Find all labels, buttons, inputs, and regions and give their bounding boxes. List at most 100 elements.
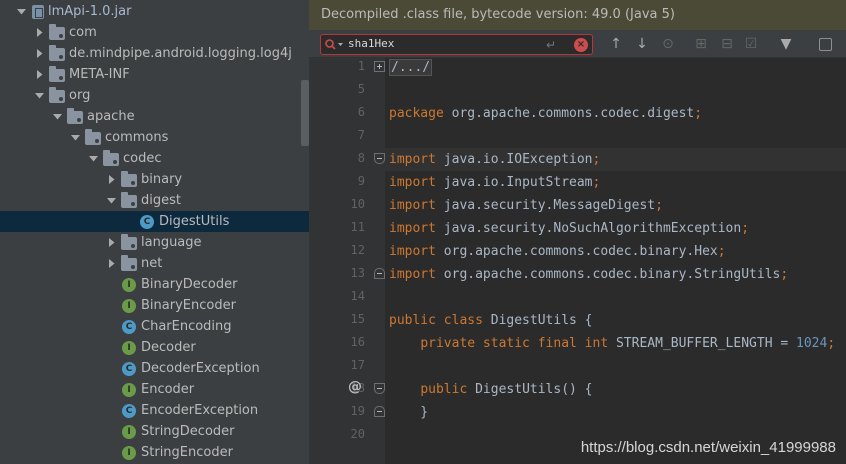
tree-item[interactable]: C DecoderException [0,358,309,379]
tree-item[interactable]: apache [0,106,309,127]
search-history-icon[interactable] [324,38,344,52]
collapse-arrow-icon[interactable] [86,148,100,169]
tree-item[interactable]: C DigestUtils [0,211,309,232]
override-gutter-icon[interactable]: @ [348,379,362,395]
code-line[interactable]: import java.security.NoSuchAlgorithmExce… [385,217,846,240]
code-line[interactable]: import java.io.InputStream; [385,171,846,194]
add-occurrence-icon[interactable]: ⊞ [693,36,709,52]
expand-arrow-icon[interactable] [32,43,46,64]
code-line[interactable] [385,355,846,378]
code-line[interactable]: package org.apache.commons.codec.digest; [385,102,846,125]
code-line[interactable]: import org.apache.commons.codec.binary.H… [385,240,846,263]
code-line[interactable]: import java.security.MessageDigest; [385,194,846,217]
expand-arrow-icon[interactable] [32,64,46,85]
filter-icon[interactable]: ▼ [778,36,794,52]
code-line[interactable]: public DigestUtils() { [385,378,846,401]
collapse-arrow-icon[interactable] [104,190,118,211]
code-token: ; [780,267,789,282]
code-token: ; [827,336,836,351]
package-icon [121,234,137,250]
collapse-arrow-icon[interactable] [14,1,28,22]
expand-fold-icon[interactable] [374,61,385,72]
arrow-down-icon[interactable]: ↓ [634,36,650,52]
tree-item[interactable]: binary [0,169,309,190]
search-input[interactable]: sha1Hex [348,37,394,50]
tree-item[interactable]: language [0,232,309,253]
tree-item-label: BinaryDecoder [141,277,238,292]
tree-item[interactable]: I StringDecoder [0,421,309,442]
collapse-arrow-icon[interactable] [32,85,46,106]
collapse-arrow-icon[interactable] [50,106,64,127]
tree-item[interactable]: I Decoder [0,337,309,358]
tree-item[interactable]: codec [0,148,309,169]
code-keyword: import [389,267,444,282]
expand-arrow-icon[interactable] [104,253,118,274]
tree-item-label: com [69,25,97,40]
code-line[interactable]: private static final int STREAM_BUFFER_L… [385,332,846,355]
package-icon [49,24,65,40]
code-token: ; [717,244,726,259]
tree-item-label: lmApi-1.0.jar [48,4,132,19]
code-line[interactable]: import org.apache.commons.codec.binary.S… [385,263,846,286]
line-number: 7 [357,128,365,142]
tree-item-label: DecoderException [141,361,260,376]
code-token: STREAM_BUFFER_LENGTH = [615,336,796,351]
code-line[interactable]: import java.io.IOException; [385,148,846,171]
line-number: 1 [357,59,365,73]
tree-item[interactable]: I BinaryDecoder [0,274,309,295]
tree-item[interactable]: I BinaryEncoder [0,295,309,316]
tree-item[interactable]: com [0,22,309,43]
tree-item[interactable]: I Encoder [0,379,309,400]
tree-item[interactable]: C EncoderException [0,400,309,421]
tree-item[interactable]: digest [0,190,309,211]
collapse-arrow-icon[interactable] [68,127,82,148]
remove-occurrence-icon[interactable]: ⊟ [719,36,735,52]
code-line[interactable] [385,286,846,309]
select-all-occurrences-icon[interactable]: ☑ [743,36,759,52]
tree-item[interactable]: I StringEncoder [0,442,309,463]
code-line[interactable]: } [385,401,846,424]
code-line[interactable] [385,79,846,102]
expand-arrow-icon[interactable] [104,232,118,253]
tree-item[interactable]: net [0,253,309,274]
find-occurrences-icon[interactable]: ⊙ [660,36,676,52]
collapse-fold-icon[interactable] [374,383,385,394]
code-line[interactable]: /.../ [385,58,846,79]
collapse-fold-icon[interactable] [374,406,385,417]
interface-icon: I [122,445,136,460]
code-line[interactable]: public class DigestUtils { [385,309,846,332]
line-number: 14 [350,289,365,303]
tree-item[interactable]: C CharEncoding [0,316,309,337]
code-line[interactable] [385,125,846,148]
expand-arrow-icon[interactable] [104,169,118,190]
collapsed-region[interactable]: /.../ [389,59,433,76]
tree-scrollbar[interactable] [301,80,309,146]
tree-item[interactable]: org [0,85,309,106]
code-token: ; [741,221,750,236]
line-number: 6 [357,105,365,119]
tree-item[interactable]: lmApi-1.0.jar [0,1,309,22]
code-token: java.io.InputStream [443,175,593,190]
code-keyword: import [389,221,444,236]
tree-item[interactable]: de.mindpipe.android.logging.log4j [0,43,309,64]
tree-item[interactable]: META-INF [0,64,309,85]
code-view[interactable]: /.../ package org.apache.commons.codec.di… [385,58,846,464]
tree-item-label: DigestUtils [159,214,230,229]
match-case-checkbox[interactable] [819,38,832,51]
expand-arrow-icon[interactable] [32,22,46,43]
line-number: 20 [350,427,365,441]
line-number: 13 [350,266,365,280]
search-field[interactable]: sha1Hex ↵ × [320,34,593,55]
line-number: 19 [350,404,365,418]
line-number: 17 [350,358,365,372]
interface-icon: I [122,340,136,355]
new-line-icon[interactable]: ↵ [546,38,560,52]
class-icon: C [140,214,154,229]
tree-item[interactable]: commons [0,127,309,148]
clear-search-icon[interactable]: × [574,38,588,52]
collapse-fold-icon[interactable] [374,268,385,279]
arrow-up-icon[interactable]: ↑ [608,36,624,52]
collapse-fold-icon[interactable] [374,153,385,164]
